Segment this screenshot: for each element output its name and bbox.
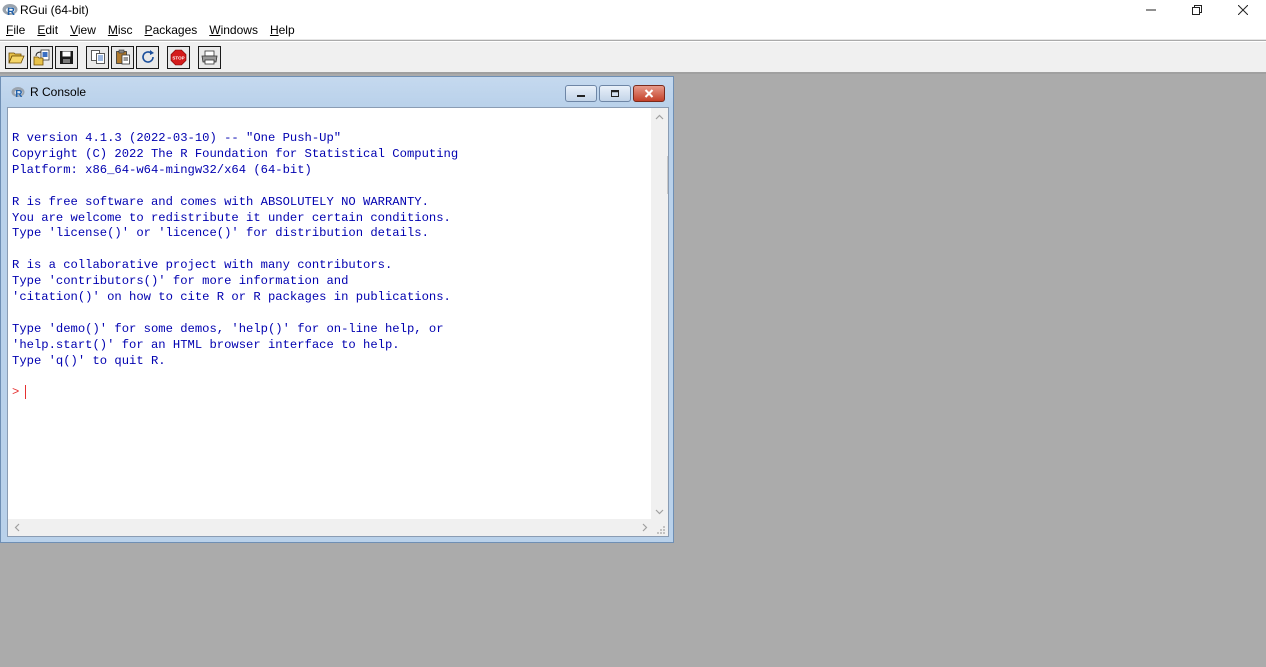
vertical-scroll-thumb[interactable] [667, 156, 668, 194]
menu-windows-accel: W [209, 22, 221, 37]
resize-grip-icon[interactable] [651, 519, 668, 536]
menu-misc-accel: M [107, 22, 118, 37]
menu-view-label: iew [77, 22, 96, 37]
menu-view[interactable]: View [64, 20, 102, 40]
console-prompt-line[interactable]: > [12, 385, 27, 399]
print-button[interactable] [198, 45, 221, 69]
console-prompt: > [12, 385, 20, 399]
console-maximize-button[interactable] [599, 85, 631, 102]
minimize-icon [1146, 9, 1156, 11]
menu-edit[interactable]: Edit [31, 20, 64, 40]
load-workspace-button[interactable] [30, 45, 53, 69]
scroll-up-icon[interactable] [651, 108, 668, 125]
menu-windows[interactable]: Windows [203, 20, 264, 40]
console-minimize-button[interactable] [565, 85, 597, 102]
load-workspace-icon [33, 49, 50, 65]
text-caret [25, 385, 27, 399]
menu-packages-accel: P [144, 22, 153, 37]
copy-icon [90, 50, 105, 64]
paste-icon [115, 49, 130, 65]
menu-edit-label: dit [45, 22, 59, 37]
horizontal-scrollbar[interactable] [8, 519, 653, 536]
refresh-icon [141, 50, 154, 63]
scroll-left-icon[interactable] [8, 519, 25, 536]
print-icon [201, 50, 218, 64]
console-titlebar[interactable]: R R Console [1, 77, 673, 107]
menu-windows-label: indows [220, 22, 258, 37]
copy-button[interactable] [86, 45, 109, 69]
scroll-down-icon[interactable] [651, 503, 668, 520]
svg-text:R: R [15, 89, 23, 99]
toolbar: STOP [0, 41, 1266, 74]
menu-bar: File Edit View Misc Packages Windows Hel… [0, 20, 1266, 40]
svg-text:STOP: STOP [172, 55, 184, 60]
app-title: RGui (64-bit) [20, 3, 89, 17]
menu-misc[interactable]: Misc [102, 20, 139, 40]
menu-help-accel: H [269, 22, 279, 37]
paste-button[interactable] [111, 45, 134, 69]
svg-text:R: R [7, 6, 15, 17]
mdi-workspace: R R Console R version 4.1.3 (2022-03-10)… [0, 75, 1266, 667]
close-icon [644, 89, 654, 98]
console-window-controls [563, 85, 665, 102]
vertical-scrollbar[interactable] [651, 108, 668, 520]
minimize-button[interactable] [1128, 0, 1174, 20]
menu-packages-label: ackages [152, 22, 198, 37]
restore-icon [1192, 5, 1202, 15]
console-startup-text: R version 4.1.3 (2022-03-10) -- "One Pus… [12, 131, 459, 368]
r-logo-icon: R [2, 2, 18, 18]
menu-misc-label: isc [117, 22, 133, 37]
r-console-window[interactable]: R R Console R version 4.1.3 (2022-03-10)… [0, 76, 674, 543]
open-folder-icon [8, 52, 25, 63]
menu-packages[interactable]: Packages [139, 20, 204, 40]
r-logo-icon: R [11, 85, 25, 99]
menu-help[interactable]: Help [264, 20, 301, 40]
close-button[interactable] [1220, 0, 1266, 20]
save-icon [60, 50, 73, 64]
open-script-button[interactable] [5, 45, 28, 69]
menu-view-accel: V [70, 22, 78, 37]
console-output-area[interactable]: R version 4.1.3 (2022-03-10) -- "One Pus… [7, 107, 669, 537]
menu-file[interactable]: File [0, 20, 31, 40]
restore-button[interactable] [1174, 0, 1220, 20]
menu-file-label: ile [13, 22, 26, 37]
window-controls [1128, 0, 1266, 20]
copy-paste-button[interactable] [136, 45, 159, 69]
minimize-icon [577, 94, 585, 97]
stop-button[interactable]: STOP [167, 45, 190, 69]
close-icon [1238, 5, 1248, 15]
menu-help-label: elp [278, 22, 295, 37]
app-titlebar: R RGui (64-bit) [0, 0, 1266, 20]
save-button[interactable] [55, 45, 78, 69]
maximize-icon [611, 90, 619, 97]
stop-icon: STOP [170, 49, 187, 65]
console-title: R Console [30, 85, 87, 99]
console-close-button[interactable] [633, 85, 665, 102]
